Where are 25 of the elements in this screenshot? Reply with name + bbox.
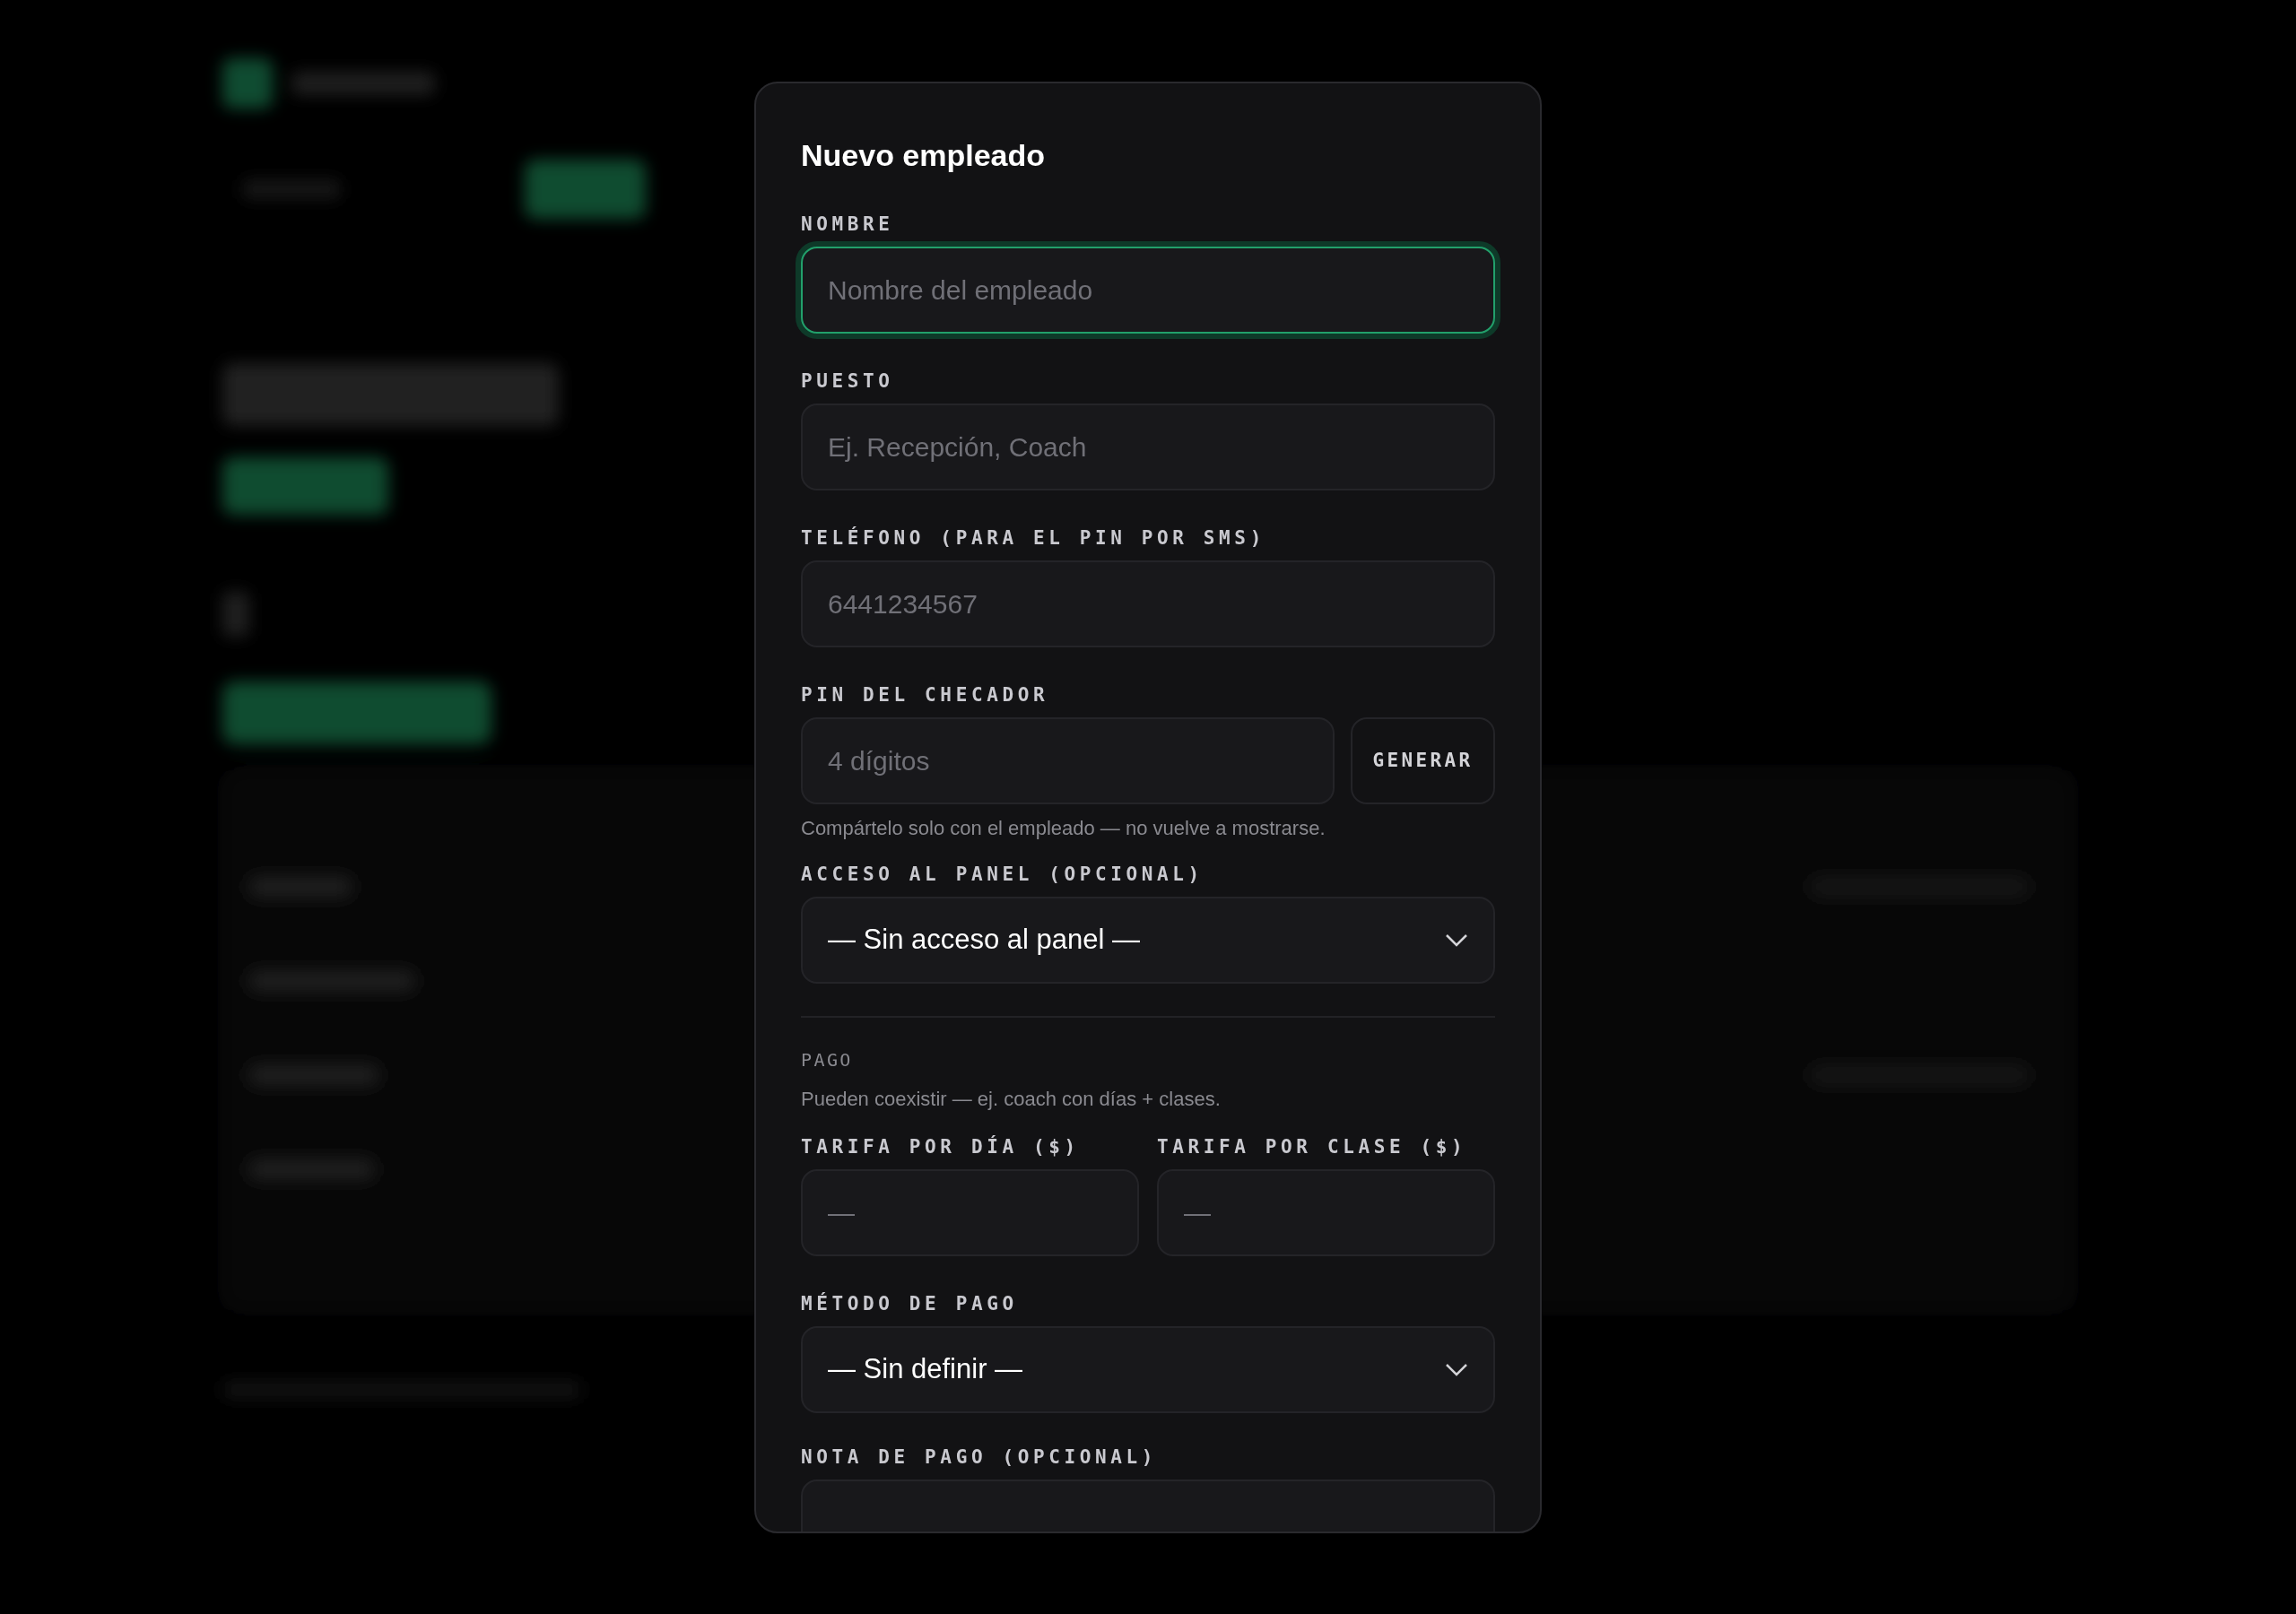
generate-button[interactable]: GENERAR [1351, 717, 1495, 804]
field-label: NOTA DE PAGO (OPCIONAL) [801, 1445, 1159, 1469]
field-label: PIN DEL CHECADOR [801, 683, 1050, 707]
dialog-title: Nuevo empleado [801, 137, 1047, 174]
section-note: Pueden coexistir — ej. coach con días + clases. [801, 1087, 1222, 1112]
input-field[interactable]: Nombre del empleado [801, 247, 1495, 334]
select-dropdown[interactable]: — Sin definir — [801, 1326, 1495, 1413]
field-label: ACCESO AL PANEL (OPCIONAL) [801, 863, 1205, 886]
field-label: PUESTO [801, 369, 895, 393]
field-label: TARIFA POR DÍA ($) [801, 1135, 1081, 1158]
field-label: TARIFA POR CLASE ($) [1157, 1135, 1468, 1158]
chevron-down-icon [1445, 933, 1468, 948]
select-dropdown[interactable]: — Sin acceso al panel — [801, 897, 1495, 984]
section-heading: PAGO [801, 1048, 854, 1072]
field-label: NOMBRE [801, 213, 895, 236]
input-field[interactable]: — [801, 1169, 1139, 1256]
input-field[interactable]: — [1157, 1169, 1495, 1256]
chevron-down-icon [1445, 1362, 1468, 1377]
field-label: MÉTODO DE PAGO [801, 1292, 1019, 1315]
input-field[interactable]: 6441234567 [801, 560, 1495, 647]
field-label: TELÉFONO (PARA EL PIN POR SMS) [801, 526, 1266, 550]
input-field[interactable]: 4 dígitos [801, 717, 1335, 804]
input-field[interactable]: Ej. Recepción, Coach [801, 404, 1495, 490]
blurred-logo [222, 58, 273, 108]
hint-text: Compártelo solo con el empleado — no vuelve a mostrarse. [801, 816, 1326, 841]
